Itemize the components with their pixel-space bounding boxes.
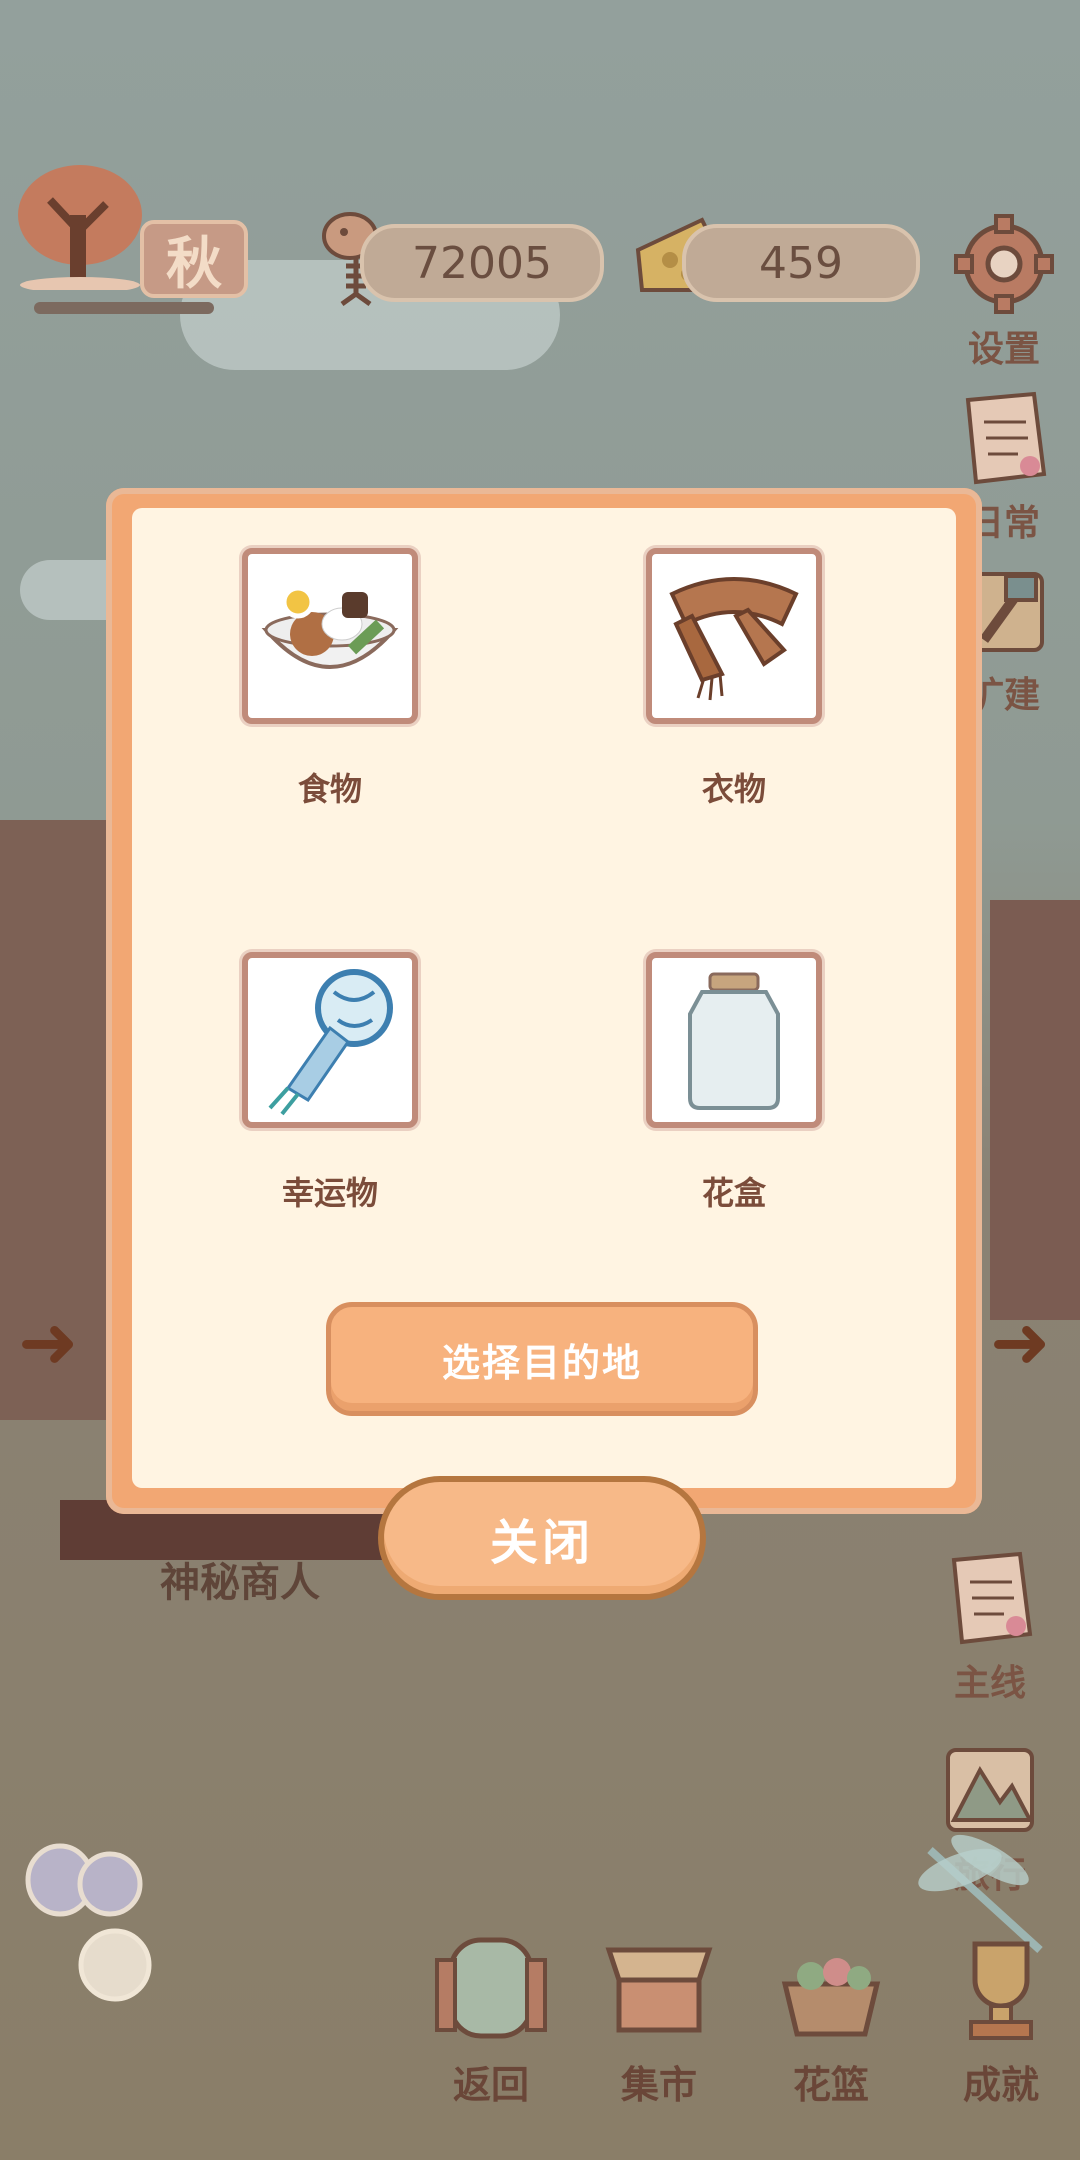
season-badge[interactable]: 秋 <box>10 160 248 314</box>
arrow-left-icon[interactable]: ➜ <box>18 1300 78 1384</box>
flower-basket-icon <box>781 1958 881 2037</box>
flower-box-slot[interactable] <box>646 952 822 1128</box>
settings-button[interactable]: 设置 <box>944 214 1064 372</box>
main-quest-label: 主线 <box>953 1663 1026 1704</box>
lucky-item-slot[interactable] <box>242 952 418 1128</box>
tree-icon <box>18 165 142 290</box>
season-label: 秋 <box>140 220 248 298</box>
flower-basket-button[interactable]: 花篮 <box>766 1930 896 2109</box>
tips-note-icon <box>951 1551 1033 1645</box>
choose-destination-button[interactable]: 选择目的地 <box>326 1302 758 1416</box>
settings-label: 设置 <box>967 329 1040 370</box>
tips-note-icon <box>965 391 1047 485</box>
close-button[interactable]: 关闭 <box>378 1476 706 1600</box>
scarf-icon <box>669 577 799 701</box>
season-progress-bar <box>34 302 214 314</box>
right-building <box>990 900 1080 1320</box>
market-stall-icon <box>605 1947 713 2033</box>
market-button[interactable]: 集市 <box>594 1930 724 2109</box>
window-icon <box>435 1937 547 2039</box>
back-button[interactable]: 返回 <box>426 1930 556 2109</box>
food-slot[interactable] <box>242 548 418 724</box>
flower-box-label: 花盒 <box>701 1174 766 1212</box>
clothes-slot[interactable] <box>646 548 822 724</box>
arrow-right-icon[interactable]: ➜ <box>990 1300 1050 1384</box>
achievement-label: 成就 <box>962 2063 1039 2107</box>
main-quest-button[interactable]: 主线 <box>930 1548 1050 1706</box>
rice-bowl-icon <box>261 585 399 669</box>
trophy-icon <box>969 1941 1033 2040</box>
achievement-button[interactable]: 成就 <box>936 1930 1066 2109</box>
flower-basket-label: 花篮 <box>792 2063 869 2107</box>
windchime-icon <box>268 969 393 1116</box>
gear-icon <box>954 214 1054 314</box>
butterfly-icon <box>25 1843 152 2002</box>
market-label: 集市 <box>620 2063 697 2107</box>
mystery-merchant-label: 神秘商人 <box>160 1560 320 1606</box>
cheese-counter: 459 <box>682 224 920 302</box>
clothes-label: 衣物 <box>701 770 766 808</box>
back-label: 返回 <box>452 2063 529 2107</box>
food-label: 食物 <box>297 770 362 808</box>
mountain-icon <box>946 1748 1034 1832</box>
glass-jar-icon <box>688 972 780 1110</box>
fish-counter: 72005 <box>360 224 604 302</box>
lucky-item-label: 幸运物 <box>281 1174 378 1212</box>
